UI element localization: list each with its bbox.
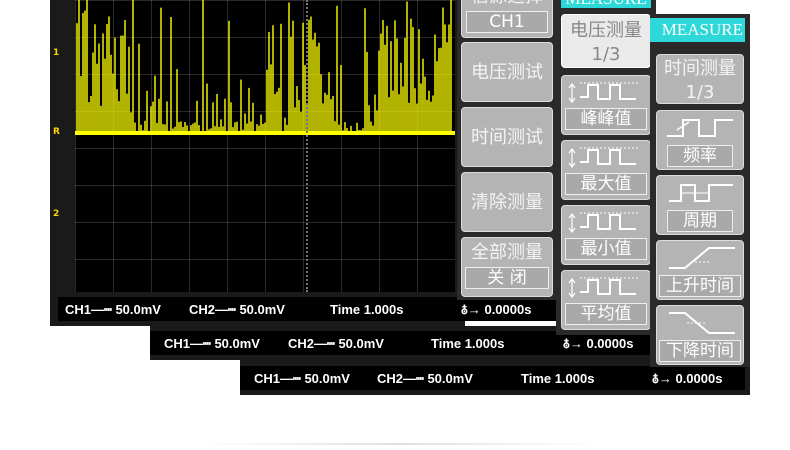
ch1-scale-readout: CH1—┉ 50.0mV xyxy=(164,336,260,351)
time-page-indicator: 1/3 xyxy=(685,82,715,103)
ch2-marker: 2 xyxy=(53,209,60,219)
status-bar-3: CH1—┉ 50.0mV CH2—┉ 50.0mV Time 1.000s 🜱→… xyxy=(240,366,745,390)
voltage-menu-header: MEASURE xyxy=(561,0,651,8)
min-value-button[interactable]: 最小值 xyxy=(561,205,651,265)
average-value-label: 平均值 xyxy=(565,303,647,325)
max-value-button[interactable]: 最大值 xyxy=(561,140,651,200)
frequency-label: 频率 xyxy=(667,145,733,167)
max-value-icon xyxy=(568,147,638,168)
voltage-measure-title[interactable]: 电压测量 1/3 xyxy=(561,14,651,68)
ch1-scale-readout: CH1—┉ 50.0mV xyxy=(254,371,350,386)
status-bar-main: CH1—┉ 50.0mV CH2—┉ 50.0mV Time 1.000s 🜱→… xyxy=(58,297,558,321)
trigger-readout: 🜱→ 0.0000s xyxy=(461,302,532,317)
trigger-readout: 🜱→ 0.0000s xyxy=(563,336,634,351)
voltage-page-indicator: 1/3 xyxy=(591,44,621,65)
max-value-label: 最大值 xyxy=(565,173,647,195)
rise-time-button[interactable]: 上升时间 xyxy=(656,240,744,300)
ch2-scale-readout: CH2—┉ 50.0mV xyxy=(189,302,285,317)
center-line xyxy=(306,0,308,292)
all-measure-state: 关 闭 xyxy=(465,267,549,289)
peak-to-peak-button[interactable]: 峰峰值 xyxy=(561,75,651,135)
peak-to-peak-icon xyxy=(568,82,638,103)
min-value-label: 最小值 xyxy=(565,238,647,260)
time-measure-title[interactable]: 时间测量 1/3 xyxy=(656,54,744,104)
source-select-label: 信源选择 xyxy=(462,0,552,9)
trigger-readout: 🜱→ 0.0000s xyxy=(652,371,723,386)
clear-measure-button[interactable]: 清除测量 xyxy=(461,172,553,232)
time-test-button[interactable]: 时间测试 xyxy=(461,107,553,167)
average-value-icon xyxy=(568,277,638,298)
all-measure-label: 全部测量 xyxy=(471,242,543,263)
time-test-label: 时间测试 xyxy=(471,127,543,148)
trigger-icon: 🜱→ xyxy=(652,371,672,386)
timebase-readout: Time 1.000s xyxy=(521,371,595,386)
ref-marker: R xyxy=(53,127,60,137)
time-menu-panel: MEASURE 时间测量 1/3 频率 周期 上升时间 下降时间 xyxy=(650,14,750,367)
trigger-icon: 🜱→ xyxy=(563,336,583,351)
voltage-menu-panel: MEASURE 电压测量 1/3 峰峰值 最大值 最小值 平均值 xyxy=(556,0,656,335)
fall-time-button[interactable]: 下降时间 xyxy=(656,305,744,365)
voltage-test-button[interactable]: 电压测试 xyxy=(461,42,553,102)
main-menu-panel: 信源选择 CH1 电压测试 时间测试 清除测量 全部测量 关 闭 xyxy=(457,0,557,300)
clear-measure-label: 清除测量 xyxy=(471,192,543,213)
timebase-readout: Time 1.000s xyxy=(330,302,404,317)
period-label: 周期 xyxy=(667,210,733,232)
waveform-grid xyxy=(75,0,455,292)
timebase-readout: Time 1.000s xyxy=(431,336,505,351)
fall-time-label: 下降时间 xyxy=(659,340,741,362)
rise-time-label: 上升时间 xyxy=(659,275,741,297)
waveform-trace xyxy=(75,0,455,135)
rise-time-icon xyxy=(669,247,735,269)
ch1-marker: 1 xyxy=(53,48,60,58)
frequency-button[interactable]: 频率 xyxy=(656,110,744,170)
voltage-test-label: 电压测试 xyxy=(471,62,543,83)
period-button[interactable]: 周期 xyxy=(656,175,744,235)
reflection-line xyxy=(200,443,600,445)
fall-time-icon xyxy=(669,312,735,334)
min-value-icon xyxy=(568,212,638,233)
period-icon xyxy=(669,184,733,202)
all-measure-button[interactable]: 全部测量 关 闭 xyxy=(461,237,553,297)
frequency-icon xyxy=(667,119,733,137)
ch2-scale-readout: CH2—┉ 50.0mV xyxy=(377,371,473,386)
source-select-button[interactable]: 信源选择 CH1 xyxy=(461,0,553,38)
time-menu-header: MEASURE xyxy=(650,18,745,42)
source-value: CH1 xyxy=(466,11,548,33)
ch1-scale-readout: CH1—┉ 50.0mV xyxy=(65,302,161,317)
ch2-scale-readout: CH2—┉ 50.0mV xyxy=(288,336,384,351)
average-value-button[interactable]: 平均值 xyxy=(561,270,651,330)
trigger-icon: 🜱→ xyxy=(461,302,481,317)
peak-to-peak-label: 峰峰值 xyxy=(565,108,647,130)
